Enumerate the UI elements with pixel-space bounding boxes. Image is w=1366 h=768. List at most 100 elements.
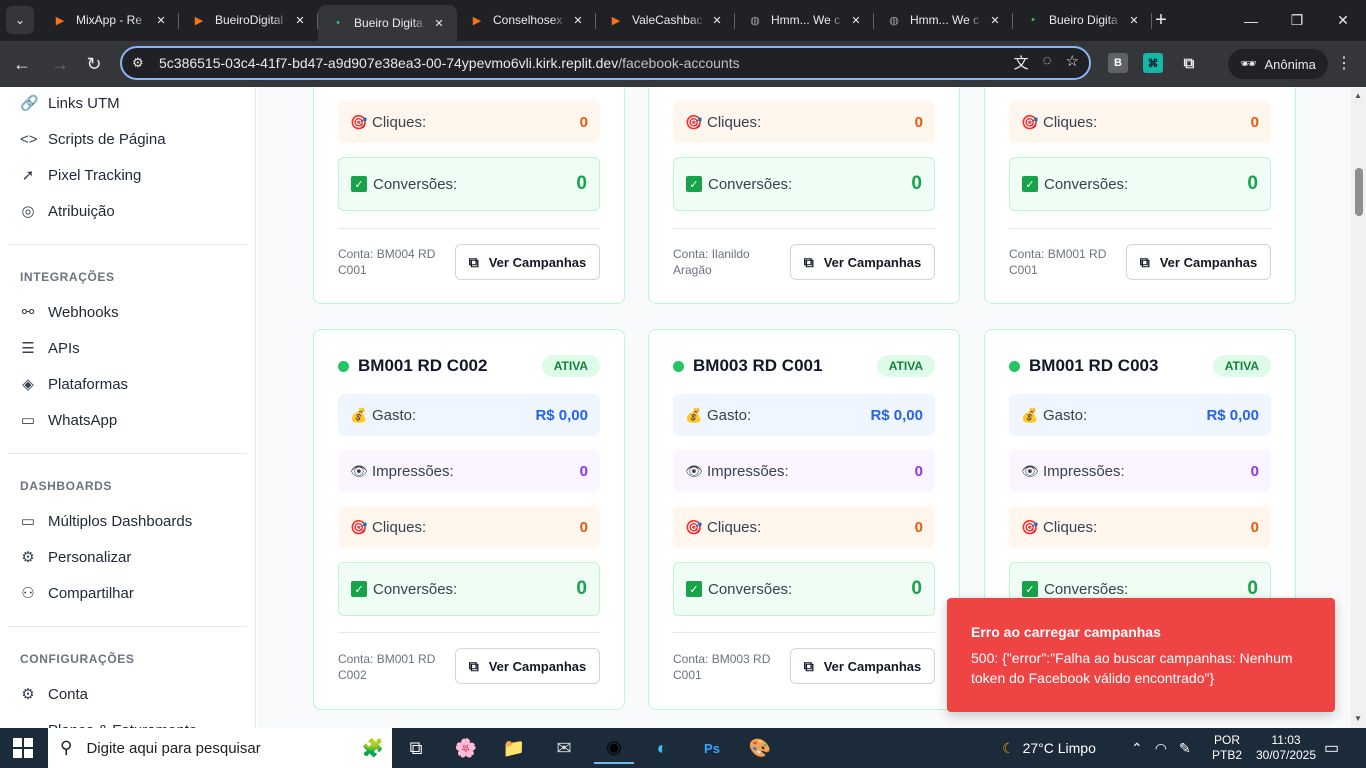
scroll-up-arrow-icon[interactable]: ▲	[1354, 91, 1362, 100]
tab-close-icon[interactable]: ✕	[153, 14, 169, 27]
windows-start-button[interactable]	[13, 738, 33, 758]
browser-tab[interactable]: ▶ MixApp - Re ✕	[40, 5, 179, 35]
tab-favicon-icon: •	[1031, 14, 1035, 26]
metric-row: 👁 Impressões: 0	[1009, 450, 1271, 492]
address-bar[interactable]: ⚙ 5c386515-03c4-41f7-bd47-a9d907e38ea3-0…	[120, 46, 1091, 80]
browser-tab[interactable]: • Bueiro Digita ✕	[1013, 5, 1152, 35]
tab-close-icon[interactable]: ✕	[1126, 14, 1142, 27]
page-scrollbar[interactable]: ▲ ▼	[1351, 87, 1366, 728]
sidebar-item[interactable]: ⚙ Conta	[20, 682, 88, 706]
new-tab-button[interactable]: +	[1148, 8, 1174, 34]
edge-icon[interactable]: ◐	[642, 732, 682, 764]
windows-taskbar: ⚲ Digite aqui para pesquisar 🧩 ⧉ 🌸 📁 ✉ ◉…	[0, 728, 1366, 768]
chrome-icon[interactable]: ◉	[594, 732, 634, 764]
card-divider	[673, 228, 935, 229]
eye-icon: 👁	[350, 462, 368, 479]
scroll-down-arrow-icon[interactable]: ▼	[1354, 714, 1362, 723]
maximize-button[interactable]: ❐	[1274, 0, 1320, 41]
sidebar-item[interactable]: ▭ WhatsApp	[20, 408, 117, 432]
browser-tab[interactable]: ◍ Hmm... We c ✕	[735, 5, 874, 35]
extension-b-icon[interactable]: B	[1108, 53, 1128, 73]
sidebar-item[interactable]: <> Scripts de Página	[20, 127, 166, 151]
card-header: BM003 RD C001 ATIVA	[673, 354, 935, 378]
copilot-icon[interactable]: 🌸	[446, 732, 486, 764]
close-window-button[interactable]: ✕	[1320, 0, 1366, 41]
sidebar-item-label: Plataformas	[48, 375, 129, 393]
incognito-profile-button[interactable]: 🕶 Anônima	[1228, 49, 1328, 79]
extensions-puzzle-icon[interactable]: ⧉	[1179, 53, 1199, 73]
star-icon[interactable]: ☆	[1066, 52, 1079, 73]
target-icon: ◎	[21, 203, 35, 220]
sidebar-item[interactable]: ⚯ Webhooks	[20, 300, 119, 324]
weather-widget[interactable]: ☾ 27°C Limpo	[1002, 728, 1096, 768]
metric-value: 0	[1247, 173, 1258, 194]
pen-icon[interactable]: ✎	[1179, 740, 1191, 757]
chevron-up-icon[interactable]: ⌃	[1131, 740, 1143, 757]
ver-campanhas-button[interactable]: ⧉ Ver Campanhas	[790, 244, 935, 280]
tab-close-icon[interactable]: ✕	[570, 14, 586, 27]
task-view-icon[interactable]: ⧉	[396, 732, 436, 764]
metric-value: 0	[1247, 578, 1258, 599]
browser-menu-icon[interactable]: ⋮	[1336, 53, 1352, 73]
tab-title: Bueiro Digita	[1049, 13, 1118, 27]
tab-close-icon[interactable]: ✕	[987, 14, 1003, 27]
sidebar-item[interactable]: ☰ APIs	[20, 336, 79, 360]
tab-title: MixApp - Re	[76, 13, 143, 27]
tab-close-icon[interactable]: ✕	[292, 14, 308, 27]
site-info-icon[interactable]: ⚙	[132, 55, 156, 71]
sidebar-section-heading: DASHBOARDS	[20, 479, 113, 493]
sidebar-item[interactable]: ⚇ Compartilhar	[20, 581, 134, 605]
browser-tab[interactable]: ◍ Hmm... We c ✕	[874, 5, 1013, 35]
error-toast[interactable]: Erro ao carregar campanhas 500: {"error"…	[947, 598, 1335, 712]
file-explorer-icon[interactable]: 📁	[494, 732, 534, 764]
language-indicator[interactable]: POR PTB2	[1212, 728, 1242, 768]
sidebar-item[interactable]: ▭Planos & Faturamento	[20, 718, 197, 729]
card-divider	[1009, 228, 1271, 229]
mail-icon[interactable]: ✉	[544, 732, 584, 764]
tab-search-button[interactable]: ⌄	[6, 6, 34, 34]
extension-teal-icon[interactable]: ⌘	[1143, 53, 1163, 73]
taskbar-search-box[interactable]: ⚲ Digite aqui para pesquisar 🧩	[48, 728, 392, 768]
metric-row: ✓ Conversões: 0	[1009, 157, 1271, 211]
sidebar-item[interactable]: ⚙ Personalizar	[20, 545, 131, 569]
sidebar-item[interactable]: ◈ Plataformas	[20, 372, 128, 396]
minimize-button[interactable]: —	[1228, 0, 1274, 41]
ver-campanhas-button[interactable]: ⧉ Ver Campanhas	[790, 648, 935, 684]
ver-campanhas-button[interactable]: ⧉ Ver Campanhas	[455, 648, 600, 684]
browser-tab-strip: ⌄ ▶ MixApp - Re ✕ ▶ BueiroDigital ✕ • Bueiro Di…	[0, 0, 1366, 41]
reload-button[interactable]: ↻	[80, 50, 108, 78]
metric-value: 0	[911, 173, 922, 194]
ver-campanhas-button[interactable]: ⧉ Ver Campanhas	[455, 244, 600, 280]
browser-tab[interactable]: • Bueiro Digita ✕	[318, 5, 457, 41]
browser-tab[interactable]: ▶ ValeCashbac ✕	[596, 5, 735, 35]
sidebar-item[interactable]: ◎ Atribuição	[20, 199, 114, 223]
forward-button[interactable]: →	[46, 50, 74, 78]
metric-row: ✓ Conversões: 0	[338, 562, 600, 616]
tab-close-icon[interactable]: ✕	[848, 14, 864, 27]
metric-row: ✓ Conversões: 0	[673, 562, 935, 616]
browser-tab[interactable]: ▶ BueiroDigital ✕	[179, 5, 318, 35]
sidebar-item-label: WhatsApp	[48, 411, 118, 429]
clock[interactable]: 11:03 30/07/2025	[1256, 728, 1316, 768]
tab-favicon-icon: ▶	[55, 14, 65, 27]
metric-label: Cliques:	[707, 518, 762, 536]
photoshop-icon[interactable]: Ps	[692, 732, 732, 764]
back-button[interactable]: ←	[8, 50, 36, 78]
tab-close-icon[interactable]: ✕	[709, 14, 725, 27]
sidebar-item[interactable]: ➚ Pixel Tracking	[20, 163, 142, 187]
eye-off-icon[interactable]: ◌	[1043, 52, 1052, 73]
scroll-thumb[interactable]	[1355, 168, 1363, 216]
account-card: 🎯 Cliques: 0 ✓ Conversões: 0 Conta: Ilanildo A…	[648, 87, 960, 304]
sidebar-item[interactable]: 🔗 Links UTM	[20, 91, 120, 115]
check-icon: ✓	[686, 176, 702, 192]
tab-close-icon[interactable]: ✕	[431, 17, 447, 30]
metric-label: Impressões:	[1043, 462, 1125, 480]
wifi-icon[interactable]: ◠	[1155, 740, 1167, 757]
paint-icon[interactable]: 🎨	[740, 732, 780, 764]
notification-icon[interactable]: ▭	[1324, 728, 1339, 768]
browser-tab[interactable]: ▶ Conselhosex ✕	[457, 5, 596, 35]
sidebar-item[interactable]: ▭ Múltiplos Dashboards	[20, 509, 192, 533]
translate-icon[interactable]: 文	[1014, 52, 1029, 73]
tab-title: Conselhosex	[493, 13, 563, 27]
ver-campanhas-button[interactable]: ⧉ Ver Campanhas	[1126, 244, 1271, 280]
